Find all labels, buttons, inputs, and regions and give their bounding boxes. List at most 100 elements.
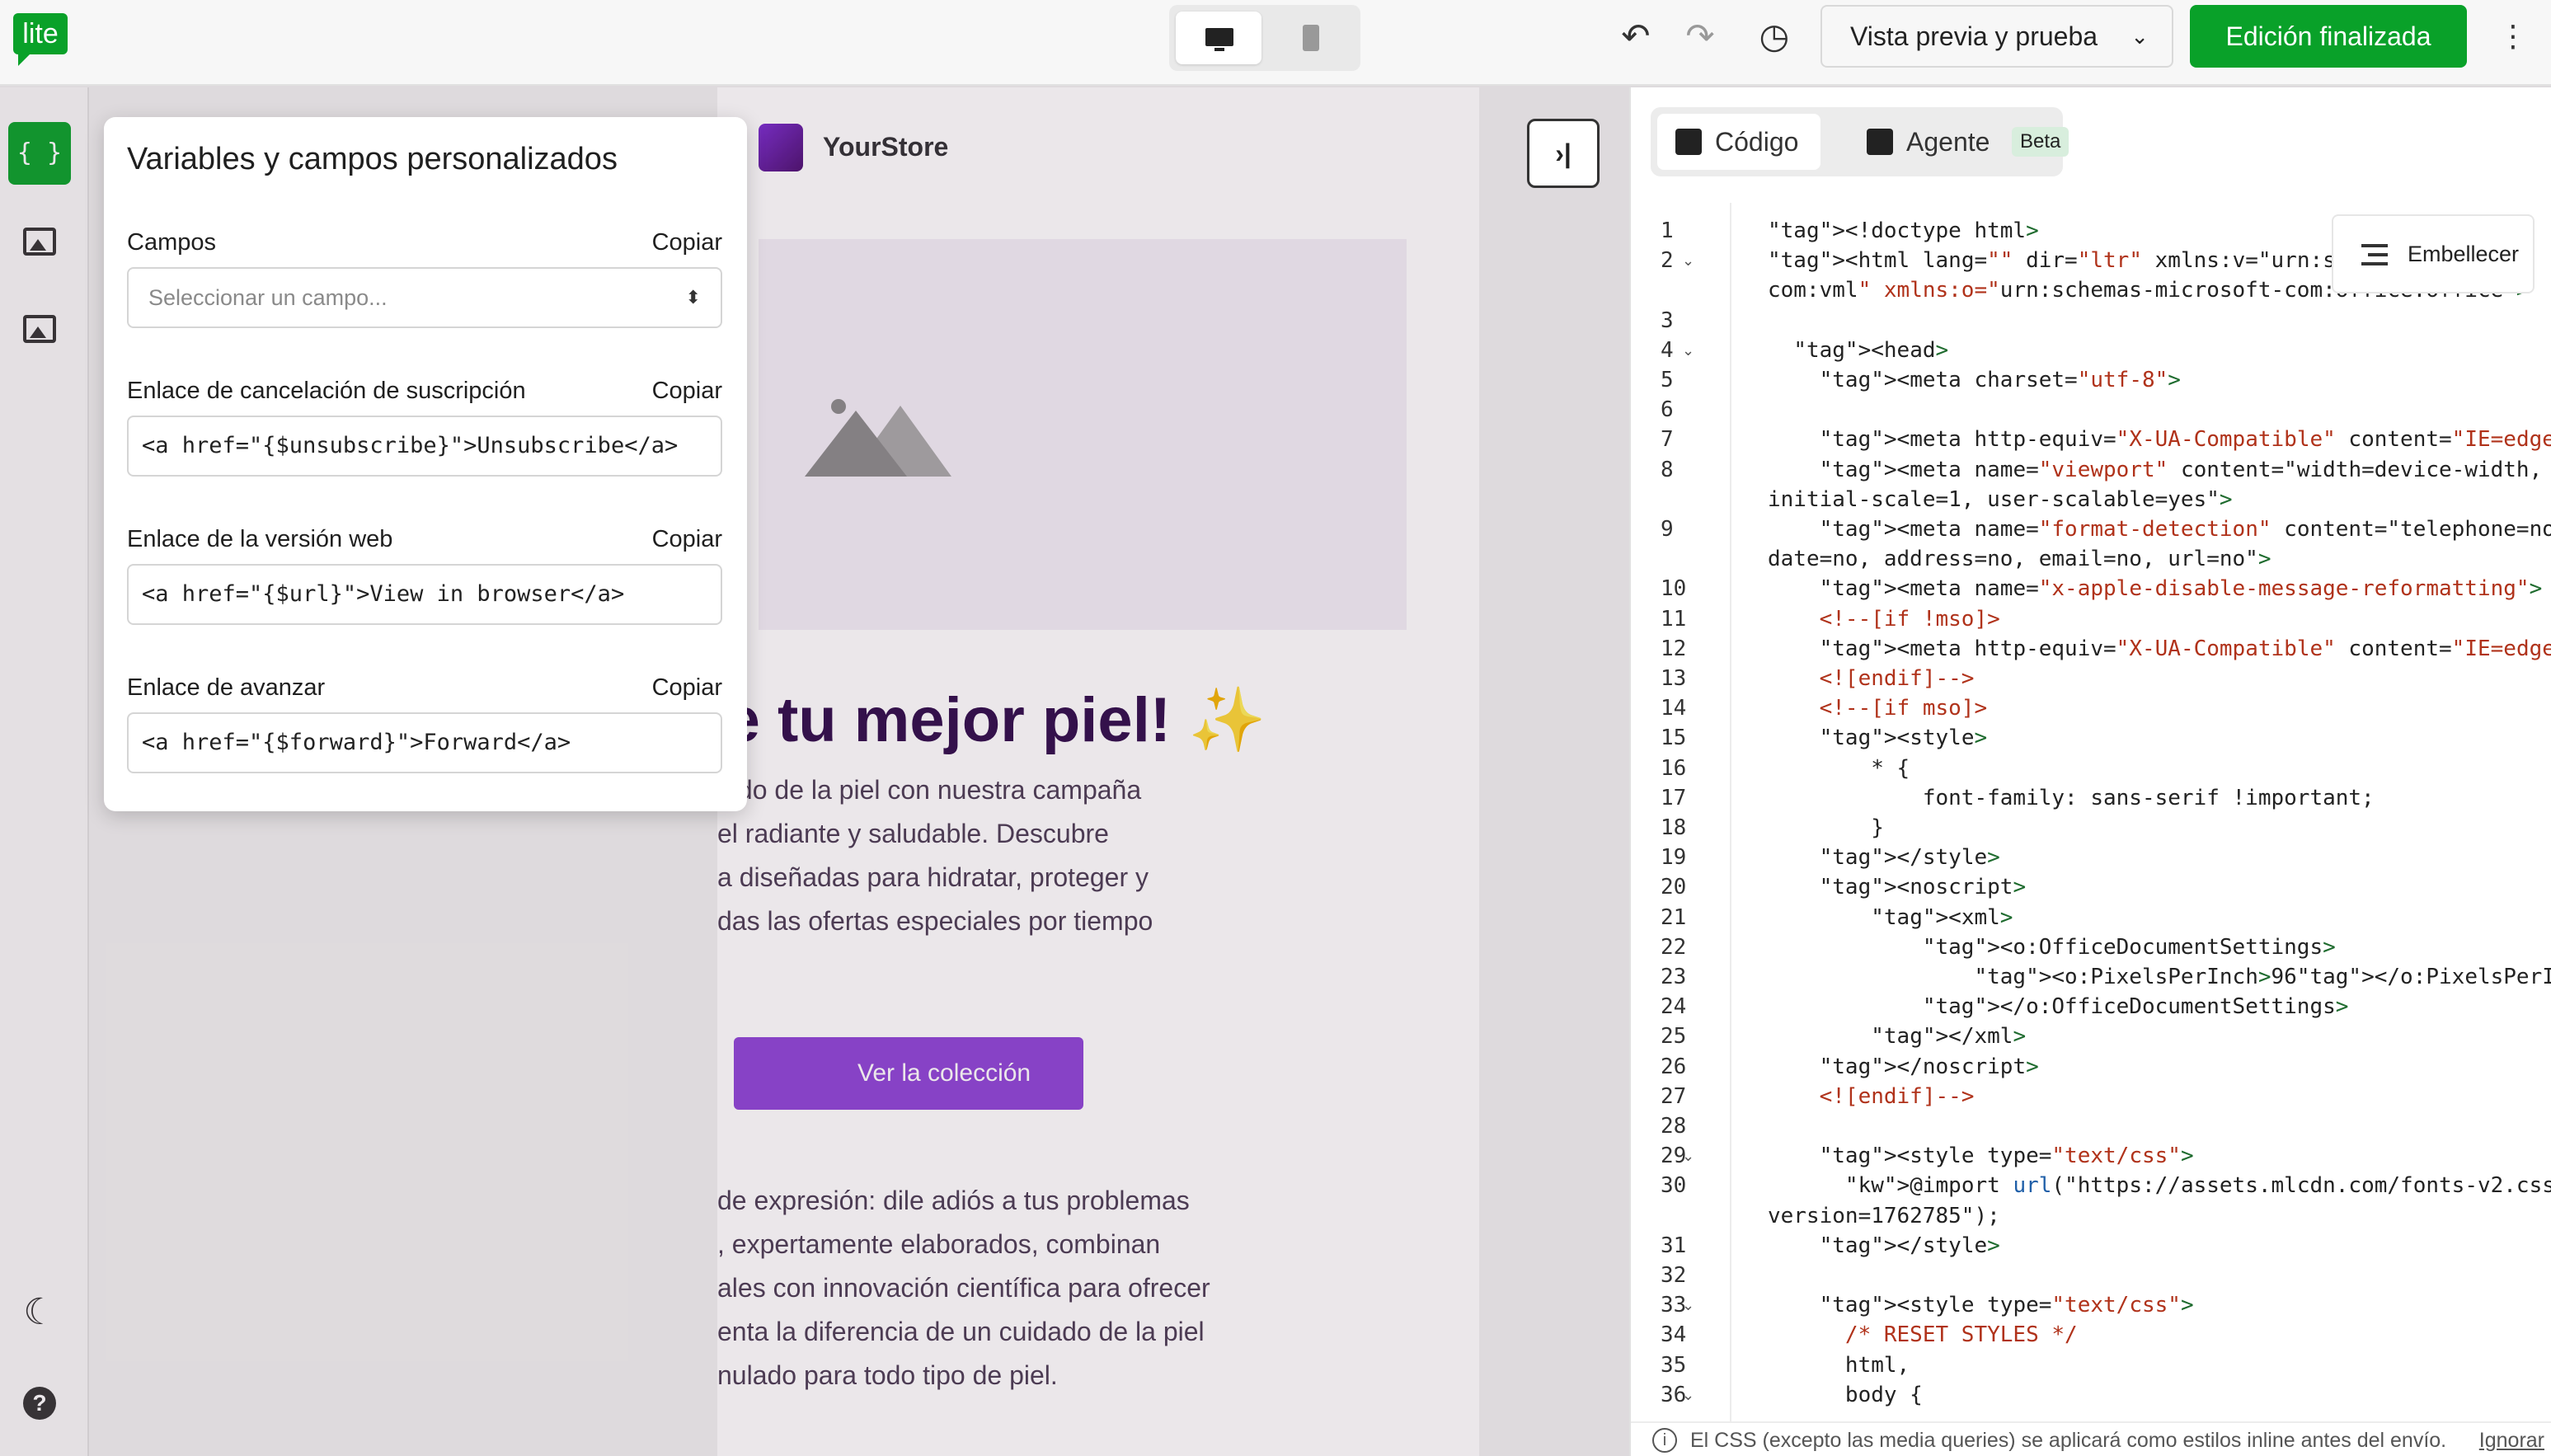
code-line: <!--[if mso]> [1768, 696, 1988, 721]
code-line: "tag"><meta name="x-apple-disable-messag… [1819, 576, 2543, 602]
ignore-link[interactable]: Ignorar [2479, 1423, 2544, 1456]
field-select[interactable]: Seleccionar un campo... ⬍ [127, 267, 722, 328]
code-line: "tag"><style type="text/css"> [1819, 1293, 2194, 1318]
tab-agent[interactable]: Agente Beta [1842, 114, 2069, 170]
finish-editing-button[interactable]: Edición finalizada [2190, 5, 2467, 68]
app-logo[interactable]: lite [13, 13, 68, 66]
redo-icon[interactable]: ↷ [1680, 16, 1720, 56]
email-paragraph-line: el radiante y saludable. Descubre [717, 819, 1109, 848]
code-line: "tag"><html lang="" dir="ltr" xmlns:v="u… [1768, 248, 2413, 274]
mountain-shape [805, 411, 907, 477]
forward-code-field[interactable]: <a href="{$forward}">Forward</a> [127, 712, 722, 773]
mobile-icon [1303, 25, 1319, 51]
variables-icon[interactable]: { } [8, 122, 71, 185]
code-line: "tag"><meta name="format-detection" cont… [1819, 517, 2551, 542]
history-icon[interactable]: ◷ [1755, 16, 1794, 56]
fold-chevron-icon[interactable]: ⌄ [1682, 246, 1694, 275]
preview-mode-label: Vista previa y prueba [1850, 21, 2098, 51]
line-number: 36 [1661, 1382, 1687, 1407]
line-number: 8 [1661, 457, 1674, 482]
tab-code[interactable]: Código [1657, 114, 1820, 170]
code-line: "tag"></style> [1819, 1233, 2000, 1258]
fold-chevron-icon[interactable]: ⌄ [1682, 1141, 1694, 1171]
line-number: 33 [1661, 1293, 1687, 1318]
image-icon[interactable] [8, 211, 71, 274]
select-arrows-icon: ⬍ [685, 287, 701, 308]
image-glyph [23, 228, 56, 256]
line-number: 18 [1661, 815, 1687, 840]
code-line: "tag"><xml> [1871, 904, 2013, 930]
line-number: 2 [1661, 248, 1674, 274]
help-icon[interactable]: ? [8, 1370, 71, 1433]
line-number: 1 [1661, 218, 1674, 243]
line-number: 7 [1661, 427, 1674, 453]
line-number: 35 [1661, 1352, 1687, 1378]
more-options-icon[interactable]: ⋮ [2498, 16, 2528, 56]
code-line: "tag"><o:PixelsPerInch>96"tag"></o:Pixel… [1974, 965, 2551, 989]
code-line: <![endif]--> [1768, 666, 1975, 691]
code-line: <!--[if !mso]> [1768, 606, 2000, 632]
popup-title: Variables y campos personalizados [127, 142, 618, 176]
unsubscribe-code-field[interactable]: <a href="{$unsubscribe}">Unsubscribe</a> [127, 416, 722, 477]
store-name: YourStore [823, 132, 949, 162]
line-number: 29 [1661, 1144, 1687, 1169]
email-paragraph-line: lado de la piel con nuestra campaña [717, 775, 1142, 805]
line-number: 25 [1661, 1024, 1687, 1050]
line-number: 23 [1661, 965, 1687, 989]
beautify-label: Embellecer [2408, 242, 2520, 266]
line-number: 4 [1661, 337, 1674, 363]
info-icon: i [1652, 1428, 1677, 1453]
code-line: html, [1768, 1352, 1910, 1378]
fold-chevron-icon[interactable]: ⌄ [1682, 1380, 1694, 1410]
code-line: "tag"><meta charset="utf-8"> [1819, 368, 2181, 392]
desktop-view-button[interactable] [1176, 12, 1261, 64]
web-version-code-field[interactable]: <a href="{$url}">View in browser</a> [127, 564, 722, 625]
beautify-button[interactable]: Embellecer [2332, 214, 2535, 294]
line-number: 26 [1661, 1054, 1687, 1079]
device-toggle [1169, 5, 1360, 71]
code-line: "tag"><meta http-equiv="X-UA-Compatible"… [1819, 636, 2551, 661]
email-paragraph-line: de expresión: dile adiós a tus problemas [717, 1186, 1190, 1215]
code-line: "tag"><style> [1819, 726, 1988, 751]
fold-chevron-icon[interactable]: ⌄ [1682, 336, 1694, 365]
cta-label: Ver la colección [857, 1059, 1031, 1087]
undo-icon[interactable]: ↶ [1616, 16, 1656, 56]
line-number: 5 [1661, 368, 1674, 392]
line-number: 6 [1661, 397, 1674, 423]
line-number: 20 [1661, 875, 1687, 900]
code-line: } [1768, 815, 1884, 840]
panel-tabs: Código Agente Beta [1651, 107, 2069, 176]
media-library-icon[interactable] [8, 298, 71, 361]
view-collection-button[interactable]: Ver la colección [734, 1037, 1083, 1110]
css-inline-notice: i El CSS (excepto las media queries) se … [1631, 1421, 2551, 1456]
code-line: "tag"><!doctype html> [1768, 218, 2039, 243]
field-select-placeholder: Seleccionar un campo... [148, 285, 388, 310]
copy-forward-button[interactable]: Copiar [652, 674, 722, 702]
code-line: "tag"><head> [1793, 337, 1949, 363]
code-line: "tag"><meta http-equiv="X-UA-Compatible"… [1819, 427, 2551, 453]
line-number: 30 [1661, 1173, 1687, 1199]
copy-field-button[interactable]: Copiar [652, 229, 722, 256]
variables-popup: Variables y campos personalizados Campos… [104, 117, 747, 811]
code-line: version=1762785"); [1768, 1203, 2000, 1228]
line-number: 13 [1661, 666, 1687, 691]
top-toolbar: lite ↶ ↷ ◷ Vista previa y prueba ⌄ Edici… [0, 0, 2551, 86]
forward-link-label: Enlace de avanzar [127, 674, 326, 701]
tab-agent-label: Agente [1906, 127, 1990, 157]
line-number: 27 [1661, 1083, 1687, 1109]
copy-unsubscribe-button[interactable]: Copiar [652, 378, 722, 405]
line-number: 12 [1661, 636, 1687, 661]
preview-mode-select[interactable]: Vista previa y prueba ⌄ [1820, 5, 2173, 68]
mobile-view-button[interactable] [1268, 12, 1354, 64]
collapse-panel-icon[interactable]: ›| [1527, 119, 1600, 188]
unsubscribe-link-label: Enlace de cancelación de suscripción [127, 378, 526, 404]
email-paragraph-line: , expertamente elaborados, combinan [717, 1229, 1161, 1259]
fold-chevron-icon[interactable]: ⌄ [1682, 1290, 1694, 1320]
web-version-link-label: Enlace de la versión web [127, 526, 393, 552]
dark-mode-icon[interactable]: ☾ [8, 1281, 71, 1344]
code-line: /* RESET STYLES */ [1768, 1322, 2078, 1348]
code-line: initial-scale=1, user-scalable=yes"> [1768, 486, 2233, 512]
copy-web-version-button[interactable]: Copiar [652, 526, 722, 553]
line-number: 28 [1661, 1114, 1687, 1139]
code-line: "tag"><meta name="viewport" content="wid… [1819, 457, 2543, 482]
